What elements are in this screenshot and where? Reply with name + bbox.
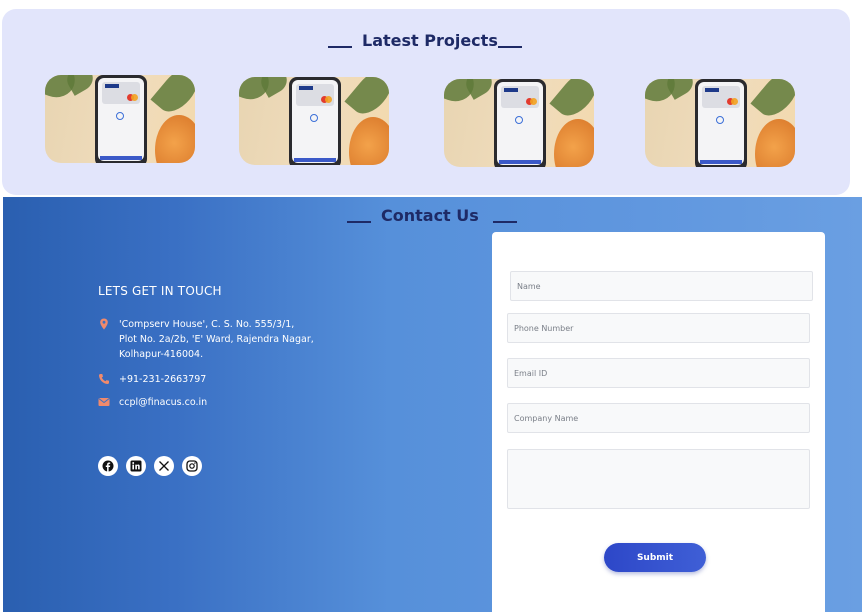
name-placeholder: Name	[517, 281, 541, 291]
email-field[interactable]: Email ID	[507, 358, 810, 388]
linkedin-icon[interactable]	[126, 456, 146, 476]
company-placeholder: Company Name	[514, 413, 579, 423]
contact-form: Name Phone Number Email ID Company Name …	[492, 232, 825, 612]
email-placeholder: Email ID	[514, 368, 548, 378]
phone-image	[494, 79, 546, 167]
get-in-touch-heading: LETS GET IN TOUCH	[98, 284, 222, 298]
contact-heading: Contact Us	[347, 206, 517, 225]
project-card-3[interactable]	[444, 79, 594, 167]
phone-number-field[interactable]: Phone Number	[507, 313, 810, 343]
location-pin-icon	[98, 318, 110, 330]
name-field[interactable]: Name	[510, 271, 813, 301]
instagram-icon[interactable]	[182, 456, 202, 476]
project-card-4[interactable]	[645, 79, 795, 167]
company-name-field[interactable]: Company Name	[507, 403, 810, 433]
x-icon[interactable]	[154, 456, 174, 476]
email-address[interactable]: ccpl@finacus.co.in	[119, 395, 207, 410]
phone-number[interactable]: +91-231-2663797	[119, 372, 206, 387]
phone-image	[289, 77, 341, 165]
submit-button[interactable]: Submit	[604, 543, 706, 572]
facebook-icon[interactable]	[98, 456, 118, 476]
contact-section: Contact Us LETS GET IN TOUCH 'Compserv H…	[3, 197, 862, 612]
phone-image	[695, 79, 747, 167]
project-card-1[interactable]	[45, 75, 195, 163]
phone-image	[95, 75, 147, 163]
address-line-1: 'Compserv House', C. S. No. 555/3/1,	[119, 319, 295, 330]
message-textarea[interactable]	[507, 449, 810, 509]
phone-icon	[98, 373, 110, 385]
projects-heading: Latest Projects	[328, 31, 522, 50]
latest-projects-section: Latest Projects	[2, 9, 850, 195]
address-line-3: Kolhapur-416004.	[119, 349, 204, 360]
project-card-2[interactable]	[239, 77, 389, 165]
phone-placeholder: Phone Number	[514, 323, 574, 333]
address-line-2: Plot No. 2a/2b, 'E' Ward, Rajendra Nagar…	[119, 334, 314, 345]
mail-icon	[98, 396, 110, 408]
